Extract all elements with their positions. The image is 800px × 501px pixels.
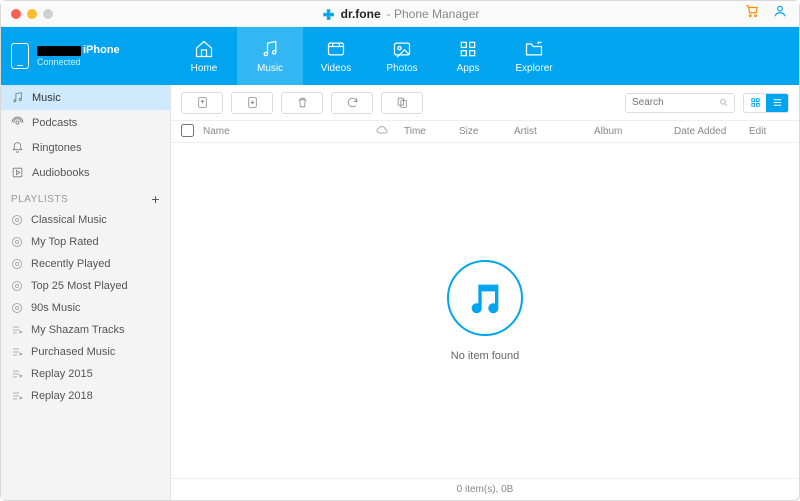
playlist-item[interactable]: Replay 2018 <box>1 385 170 407</box>
playlist-item[interactable]: Replay 2015 <box>1 363 170 385</box>
empty-state: No item found <box>171 143 799 478</box>
tab-home[interactable]: Home <box>171 27 237 85</box>
cloud-icon <box>376 124 388 136</box>
toolbar <box>171 85 799 121</box>
view-toggle <box>743 93 789 113</box>
delete-button[interactable] <box>281 92 323 114</box>
column-artist[interactable]: Artist <box>514 126 594 137</box>
search-box[interactable] <box>625 93 735 113</box>
sidebar: Music Podcasts Ringtones Audiobooks PLAY… <box>1 85 171 500</box>
window-title: dr.fone - Phone Manager <box>1 7 799 21</box>
playlist-label: Replay 2018 <box>31 390 93 402</box>
tab-label: Videos <box>321 63 351 74</box>
playlist-label: 90s Music <box>31 302 81 314</box>
column-album[interactable]: Album <box>594 126 674 137</box>
playlist-label: Top 25 Most Played <box>31 280 128 292</box>
column-cloud[interactable] <box>376 124 404 139</box>
sidebar-item-label: Ringtones <box>32 142 82 154</box>
add-playlist-button[interactable]: + <box>151 191 160 207</box>
playlist-item[interactable]: Top 25 Most Played <box>1 275 170 297</box>
title-bar: dr.fone - Phone Manager <box>1 1 799 27</box>
tab-videos[interactable]: Videos <box>303 27 369 85</box>
top-nav: iPhone Connected Home Music Videos Photo… <box>1 27 799 85</box>
playlist-label: My Top Rated <box>31 236 99 248</box>
refresh-button[interactable] <box>331 92 373 114</box>
export-button[interactable] <box>231 92 273 114</box>
device-status: Connected <box>37 57 120 68</box>
app-name: dr.fone <box>341 7 381 21</box>
search-icon <box>719 97 728 108</box>
table-header: Name Time Size Artist Album Date Added E… <box>171 121 799 143</box>
sidebar-item-ringtones[interactable]: Ringtones <box>1 135 170 160</box>
tab-label: Apps <box>457 63 480 74</box>
playlist-item[interactable]: Classical Music <box>1 209 170 231</box>
sidebar-item-label: Music <box>32 92 61 104</box>
column-name[interactable]: Name <box>203 126 376 137</box>
sidebar-item-music[interactable]: Music <box>1 85 170 110</box>
app-logo-icon <box>321 7 335 21</box>
playlist-item[interactable]: 90s Music <box>1 297 170 319</box>
sidebar-item-label: Podcasts <box>32 117 77 129</box>
playlist-label: Classical Music <box>31 214 107 226</box>
playlist-label: Replay 2015 <box>31 368 93 380</box>
list-view-button[interactable] <box>766 94 788 112</box>
select-all-checkbox[interactable] <box>181 124 194 137</box>
grid-view-button[interactable] <box>744 94 766 112</box>
device-info[interactable]: iPhone Connected <box>1 43 171 69</box>
column-edit[interactable]: Edit <box>749 126 789 137</box>
tab-label: Home <box>191 63 218 74</box>
sidebar-item-podcasts[interactable]: Podcasts <box>1 110 170 135</box>
playlist-item[interactable]: Recently Played <box>1 253 170 275</box>
tab-label: Photos <box>386 63 417 74</box>
column-time[interactable]: Time <box>404 126 459 137</box>
dedupe-button[interactable] <box>381 92 423 114</box>
playlist-label: My Shazam Tracks <box>31 324 125 336</box>
playlist-label: Recently Played <box>31 258 111 270</box>
playlist-item[interactable]: My Shazam Tracks <box>1 319 170 341</box>
import-button[interactable] <box>181 92 223 114</box>
column-size[interactable]: Size <box>459 126 514 137</box>
tab-apps[interactable]: Apps <box>435 27 501 85</box>
device-name-suffix: iPhone <box>83 44 120 57</box>
music-note-icon <box>447 260 523 336</box>
tab-label: Music <box>257 63 283 74</box>
tab-photos[interactable]: Photos <box>369 27 435 85</box>
app-subtitle: - Phone Manager <box>387 7 480 21</box>
sidebar-item-audiobooks[interactable]: Audiobooks <box>1 160 170 185</box>
empty-text: No item found <box>451 350 519 362</box>
sidebar-item-label: Audiobooks <box>32 167 90 179</box>
status-text: 0 item(s), 0B <box>457 484 514 495</box>
phone-icon <box>11 43 29 69</box>
status-bar: 0 item(s), 0B <box>171 478 799 500</box>
playlists-header: PLAYLISTS + <box>1 185 170 209</box>
tab-label: Explorer <box>515 63 552 74</box>
playlist-item[interactable]: Purchased Music <box>1 341 170 363</box>
search-input[interactable] <box>632 97 715 108</box>
playlist-item[interactable]: My Top Rated <box>1 231 170 253</box>
tab-explorer[interactable]: Explorer <box>501 27 567 85</box>
tab-music[interactable]: Music <box>237 27 303 85</box>
device-redacted <box>37 46 81 56</box>
column-date-added[interactable]: Date Added <box>674 126 749 137</box>
playlists-header-label: PLAYLISTS <box>11 194 68 205</box>
main-panel: Name Time Size Artist Album Date Added E… <box>171 85 799 500</box>
playlist-label: Purchased Music <box>31 346 115 358</box>
